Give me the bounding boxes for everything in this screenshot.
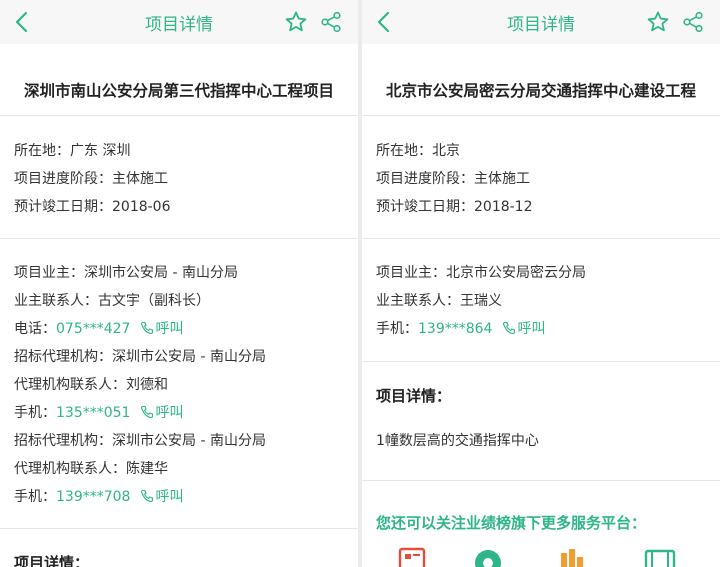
divider — [0, 115, 358, 116]
left-screen: 项目详情 深圳市南山公安分局第三代指挥中心工程项目 所在地：广东 深圳 项目进度… — [0, 0, 358, 567]
header-bar: 项目详情 — [362, 0, 720, 44]
agency-contact-text: 代理机构联系人：刘德和 — [14, 377, 168, 393]
phone-row: 手机：139***708 呼叫 — [14, 486, 183, 506]
agency-text: 招标代理机构：深圳市公安局 - 南山分局 — [14, 349, 266, 365]
call-button[interactable]: 呼叫 — [140, 405, 183, 421]
location-text: 所在地：广东 深圳 — [14, 143, 131, 159]
phone-label: 电话： — [14, 321, 56, 337]
phone-call-icon — [503, 321, 516, 335]
owner-text: 项目业主：深圳市公安局 - 南山分局 — [14, 265, 238, 281]
phone-row: 手机：135***051 呼叫 — [14, 402, 183, 422]
details-text: 1幢数层高的交通指挥中心 — [376, 433, 539, 449]
owner-text: 项目业主：北京市公安局密云分局 — [376, 265, 586, 281]
call-label: 呼叫 — [517, 321, 546, 337]
project-title: 深圳市南山公安分局第三代指挥中心工程项目 — [23, 82, 334, 100]
share-icon[interactable] — [320, 11, 342, 33]
stage-text: 项目进度阶段：主体施工 — [376, 171, 530, 187]
phone-label: 手机： — [14, 405, 56, 421]
promo-text: 您还可以关注业绩榜旗下更多服务平台： — [376, 514, 647, 532]
star-icon[interactable] — [284, 10, 308, 34]
phone-label: 手机： — [14, 489, 56, 505]
phone-row: 手机：139***864 呼叫 — [376, 318, 545, 338]
owner-contact-text: 业主联系人：古文宇（副科长） — [14, 293, 210, 309]
divider — [362, 238, 720, 239]
divider — [0, 528, 358, 529]
call-label: 呼叫 — [155, 321, 184, 337]
agency-contact-text: 代理机构联系人：陈建华 — [14, 461, 168, 477]
phone-call-icon — [141, 489, 154, 503]
call-label: 呼叫 — [155, 489, 184, 505]
completion-text: 预计竣工日期：2018-12 — [376, 199, 533, 215]
divider — [362, 115, 720, 116]
project-title: 北京市公安局密云分局交通指挥中心建设工程 — [385, 82, 696, 100]
divider — [362, 361, 720, 362]
newspaper-icon[interactable] — [396, 547, 428, 567]
divider — [0, 238, 358, 239]
phone-number[interactable]: 139***864 — [418, 321, 492, 337]
phone-number[interactable]: 075***427 — [56, 321, 130, 337]
right-screen: 项目详情 北京市公安局密云分局交通指挥中心建设工程 所在地：北京 项目进度阶段：… — [362, 0, 720, 567]
phone-call-icon — [141, 321, 154, 335]
owner-contact-text: 业主联系人：王瑞义 — [376, 293, 502, 309]
completion-text: 预计竣工日期：2018-06 — [14, 199, 171, 215]
phone-row: 电话：075***427 呼叫 — [14, 318, 183, 338]
stage-text: 项目进度阶段：主体施工 — [14, 171, 168, 187]
call-label: 呼叫 — [155, 405, 184, 421]
divider — [362, 480, 720, 481]
bar-chart-icon[interactable] — [556, 547, 588, 567]
call-button[interactable]: 呼叫 — [140, 489, 183, 505]
header-bar: 项目详情 — [0, 0, 358, 44]
phone-number[interactable]: 139***708 — [56, 489, 130, 505]
phone-call-icon — [141, 405, 154, 419]
details-heading: 项目详情： — [376, 387, 452, 405]
agency-text: 招标代理机构：深圳市公安局 - 南山分局 — [14, 433, 266, 449]
details-heading: 项目详情： — [14, 554, 90, 567]
aperture-icon[interactable] — [472, 547, 504, 567]
call-button[interactable]: 呼叫 — [502, 321, 545, 337]
phone-number[interactable]: 135***051 — [56, 405, 130, 421]
share-icon[interactable] — [682, 11, 704, 33]
call-button[interactable]: 呼叫 — [140, 321, 183, 337]
location-text: 所在地：北京 — [376, 143, 460, 159]
film-icon[interactable] — [644, 547, 676, 567]
star-icon[interactable] — [646, 10, 670, 34]
phone-label: 手机： — [376, 321, 418, 337]
